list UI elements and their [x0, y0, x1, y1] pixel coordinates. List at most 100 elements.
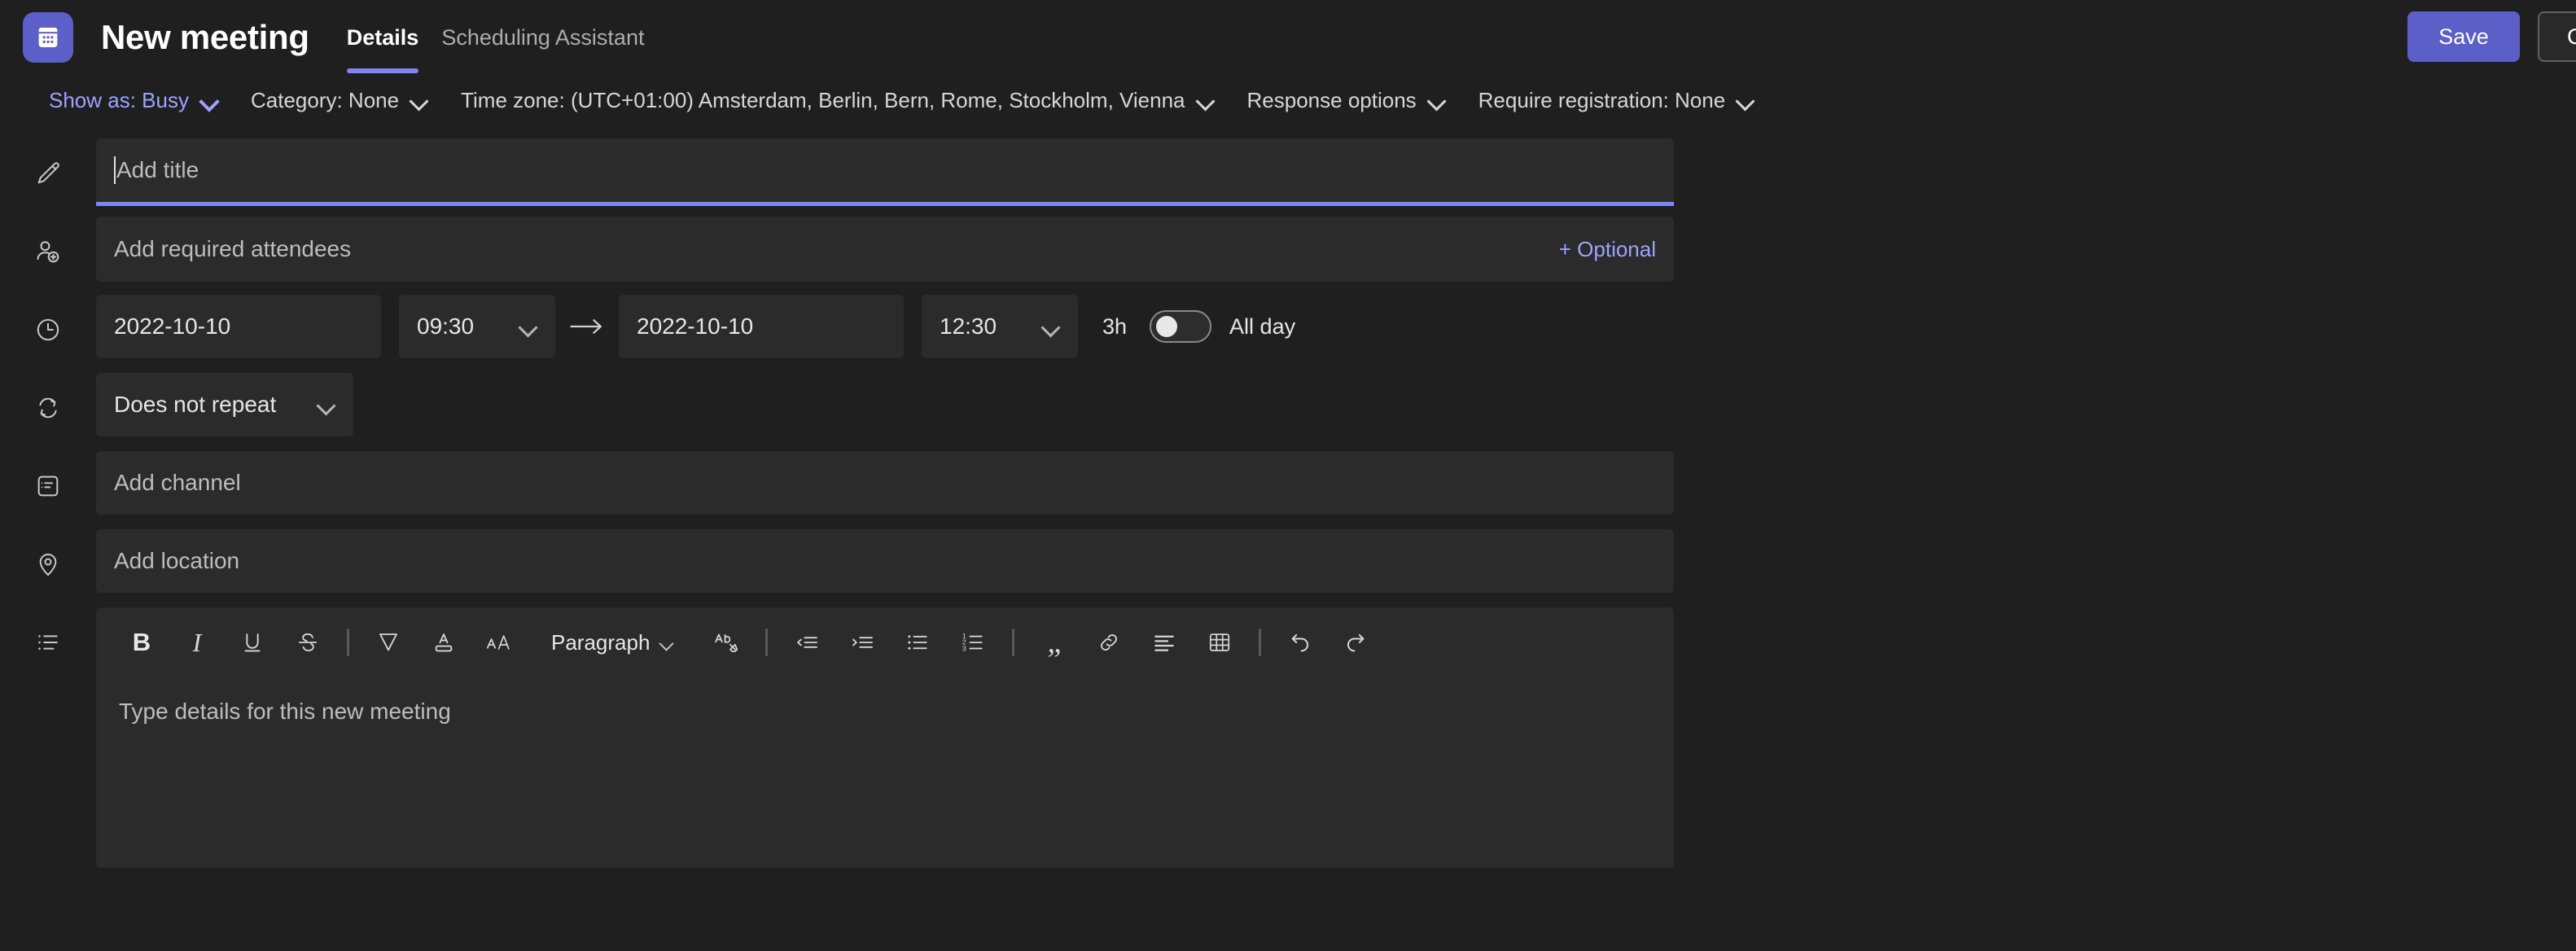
end-time-dropdown[interactable]: 12:30 [922, 295, 1078, 358]
show-as-label: Show as: Busy [49, 87, 189, 112]
tab-scheduling-assistant[interactable]: Scheduling Assistant [430, 0, 655, 75]
description-input[interactable]: Type details for this new meeting [96, 677, 1674, 840]
toolbar-separator [347, 629, 349, 656]
svg-text:3: 3 [962, 644, 966, 652]
toolbar-separator [765, 629, 769, 656]
font-color-icon[interactable] [421, 620, 467, 665]
chevron-down-icon [1042, 318, 1060, 335]
location-input[interactable]: Add location [96, 529, 1674, 593]
blockquote-icon[interactable]: „ [1031, 620, 1076, 665]
clock-icon [0, 295, 96, 358]
table-icon[interactable] [1197, 620, 1242, 665]
title-input[interactable]: Add title [96, 138, 1674, 206]
close-button[interactable]: Close [2537, 11, 2576, 62]
chevron-down-icon [1428, 91, 1446, 109]
attendees-row-body: Add required attendees + Optional [96, 217, 1674, 282]
numbered-list-icon[interactable]: 1 2 3 [950, 620, 996, 665]
title-row-body: Add title [96, 138, 1674, 206]
channel-icon [0, 451, 96, 515]
save-button[interactable]: Save [2407, 11, 2520, 62]
chevron-down-icon [1197, 91, 1215, 109]
show-as-dropdown[interactable]: Show as: Busy [33, 83, 234, 118]
location-pin-icon [0, 529, 96, 593]
redo-icon[interactable] [1333, 620, 1378, 665]
attendees-row: Add required attendees + Optional [0, 217, 2576, 295]
channel-input[interactable]: Add channel [96, 451, 1674, 515]
paragraph-style-value: Paragraph [551, 629, 651, 655]
editor-toolbar: B I Paragraph 1 2 3 „ [96, 607, 1674, 677]
end-time-value: 12:30 [940, 313, 997, 339]
strikethrough-icon[interactable] [285, 620, 331, 665]
category-dropdown[interactable]: Category: None [234, 83, 445, 118]
clear-formatting-icon[interactable] [703, 620, 749, 665]
tab-scheduling-assistant-label: Scheduling Assistant [441, 24, 645, 50]
attendees-input[interactable]: Add required attendees + Optional [96, 217, 1674, 282]
toolbar-separator [1012, 629, 1015, 656]
window-header: New meeting Details Scheduling Assistant… [0, 0, 2576, 75]
underline-icon[interactable] [230, 620, 275, 665]
align-left-icon[interactable] [1141, 620, 1187, 665]
description-row: B I Paragraph 1 2 3 „ Type details for t… [0, 607, 2576, 868]
chevron-down-icon [519, 318, 537, 335]
channel-placeholder: Add channel [114, 470, 241, 495]
repeat-dropdown[interactable]: Does not repeat [96, 373, 353, 436]
link-icon[interactable] [1086, 620, 1132, 665]
end-date-value: 2022-10-10 [637, 313, 754, 339]
time-zone-dropdown[interactable]: Time zone: (UTC+01:00) Amsterdam, Berlin… [445, 83, 1230, 118]
all-day-toggle-knob [1156, 316, 1178, 337]
description-row-body: B I Paragraph 1 2 3 „ Type details for t… [96, 607, 1674, 868]
start-date-value: 2022-10-10 [114, 313, 231, 339]
bulleted-list-icon[interactable] [895, 620, 940, 665]
all-day-label: All day [1229, 313, 1296, 339]
arrow-right-icon [570, 316, 604, 337]
paragraph-style-dropdown[interactable]: Paragraph [538, 624, 687, 662]
pencil-icon [0, 138, 96, 202]
font-size-icon[interactable] [476, 620, 522, 665]
undo-icon[interactable] [1277, 620, 1323, 665]
repeat-value: Does not repeat [114, 392, 277, 417]
time-zone-label: Time zone: (UTC+01:00) Amsterdam, Berlin… [461, 87, 1185, 112]
repeat-row: Does not repeat [0, 373, 2576, 451]
bold-icon[interactable]: B [119, 620, 164, 665]
title-placeholder: Add title [116, 157, 199, 182]
end-date-input[interactable]: 2022-10-10 [619, 295, 904, 358]
tab-details-label: Details [346, 24, 419, 50]
repeat-row-body: Does not repeat [96, 373, 1674, 436]
datetime-row-body: 2022-10-10 09:30 2022-10-10 12:30 3h All… [96, 295, 1674, 358]
chevron-down-icon [659, 635, 674, 650]
decrease-indent-icon[interactable] [784, 620, 830, 665]
response-options-label: Response options [1246, 87, 1417, 112]
page-title: New meeting [101, 18, 309, 56]
meeting-form: Add title Add required attendees + Optio… [0, 125, 2576, 868]
text-caret [114, 156, 116, 184]
location-placeholder: Add location [114, 548, 240, 573]
description-placeholder: Type details for this new meeting [119, 699, 451, 724]
channel-row-body: Add channel [96, 451, 1674, 515]
require-registration-label: Require registration: None [1478, 87, 1726, 112]
require-registration-dropdown[interactable]: Require registration: None [1462, 83, 1772, 118]
duration-label: 3h [1102, 313, 1128, 339]
increase-indent-icon[interactable] [839, 620, 885, 665]
start-time-dropdown[interactable]: 09:30 [399, 295, 555, 358]
italic-icon[interactable]: I [174, 620, 220, 665]
datetime-row: 2022-10-10 09:30 2022-10-10 12:30 3h All… [0, 295, 2576, 373]
header-actions: Save Close [2407, 11, 2576, 62]
response-options-dropdown[interactable]: Response options [1231, 83, 1462, 118]
tab-list: Details Scheduling Assistant [335, 0, 656, 75]
tab-details[interactable]: Details [335, 0, 431, 75]
datetime-controls: 2022-10-10 09:30 2022-10-10 12:30 3h All… [96, 295, 1674, 358]
rich-text-editor: B I Paragraph 1 2 3 „ Type details for t… [96, 607, 1674, 868]
all-day-toggle[interactable] [1150, 310, 1212, 343]
highlight-icon[interactable] [366, 620, 411, 665]
title-row: Add title [0, 138, 2576, 217]
toolbar-separator [1259, 629, 1262, 656]
start-time-value: 09:30 [417, 313, 475, 339]
start-date-input[interactable]: 2022-10-10 [96, 295, 381, 358]
list-details-icon [0, 607, 96, 671]
chevron-down-icon [200, 91, 218, 109]
channel-row: Add channel [0, 451, 2576, 529]
teams-calendar-icon [23, 12, 73, 63]
chevron-down-icon [410, 91, 428, 109]
add-person-icon [0, 217, 96, 280]
add-optional-attendees-link[interactable]: + Optional [1559, 237, 1656, 262]
